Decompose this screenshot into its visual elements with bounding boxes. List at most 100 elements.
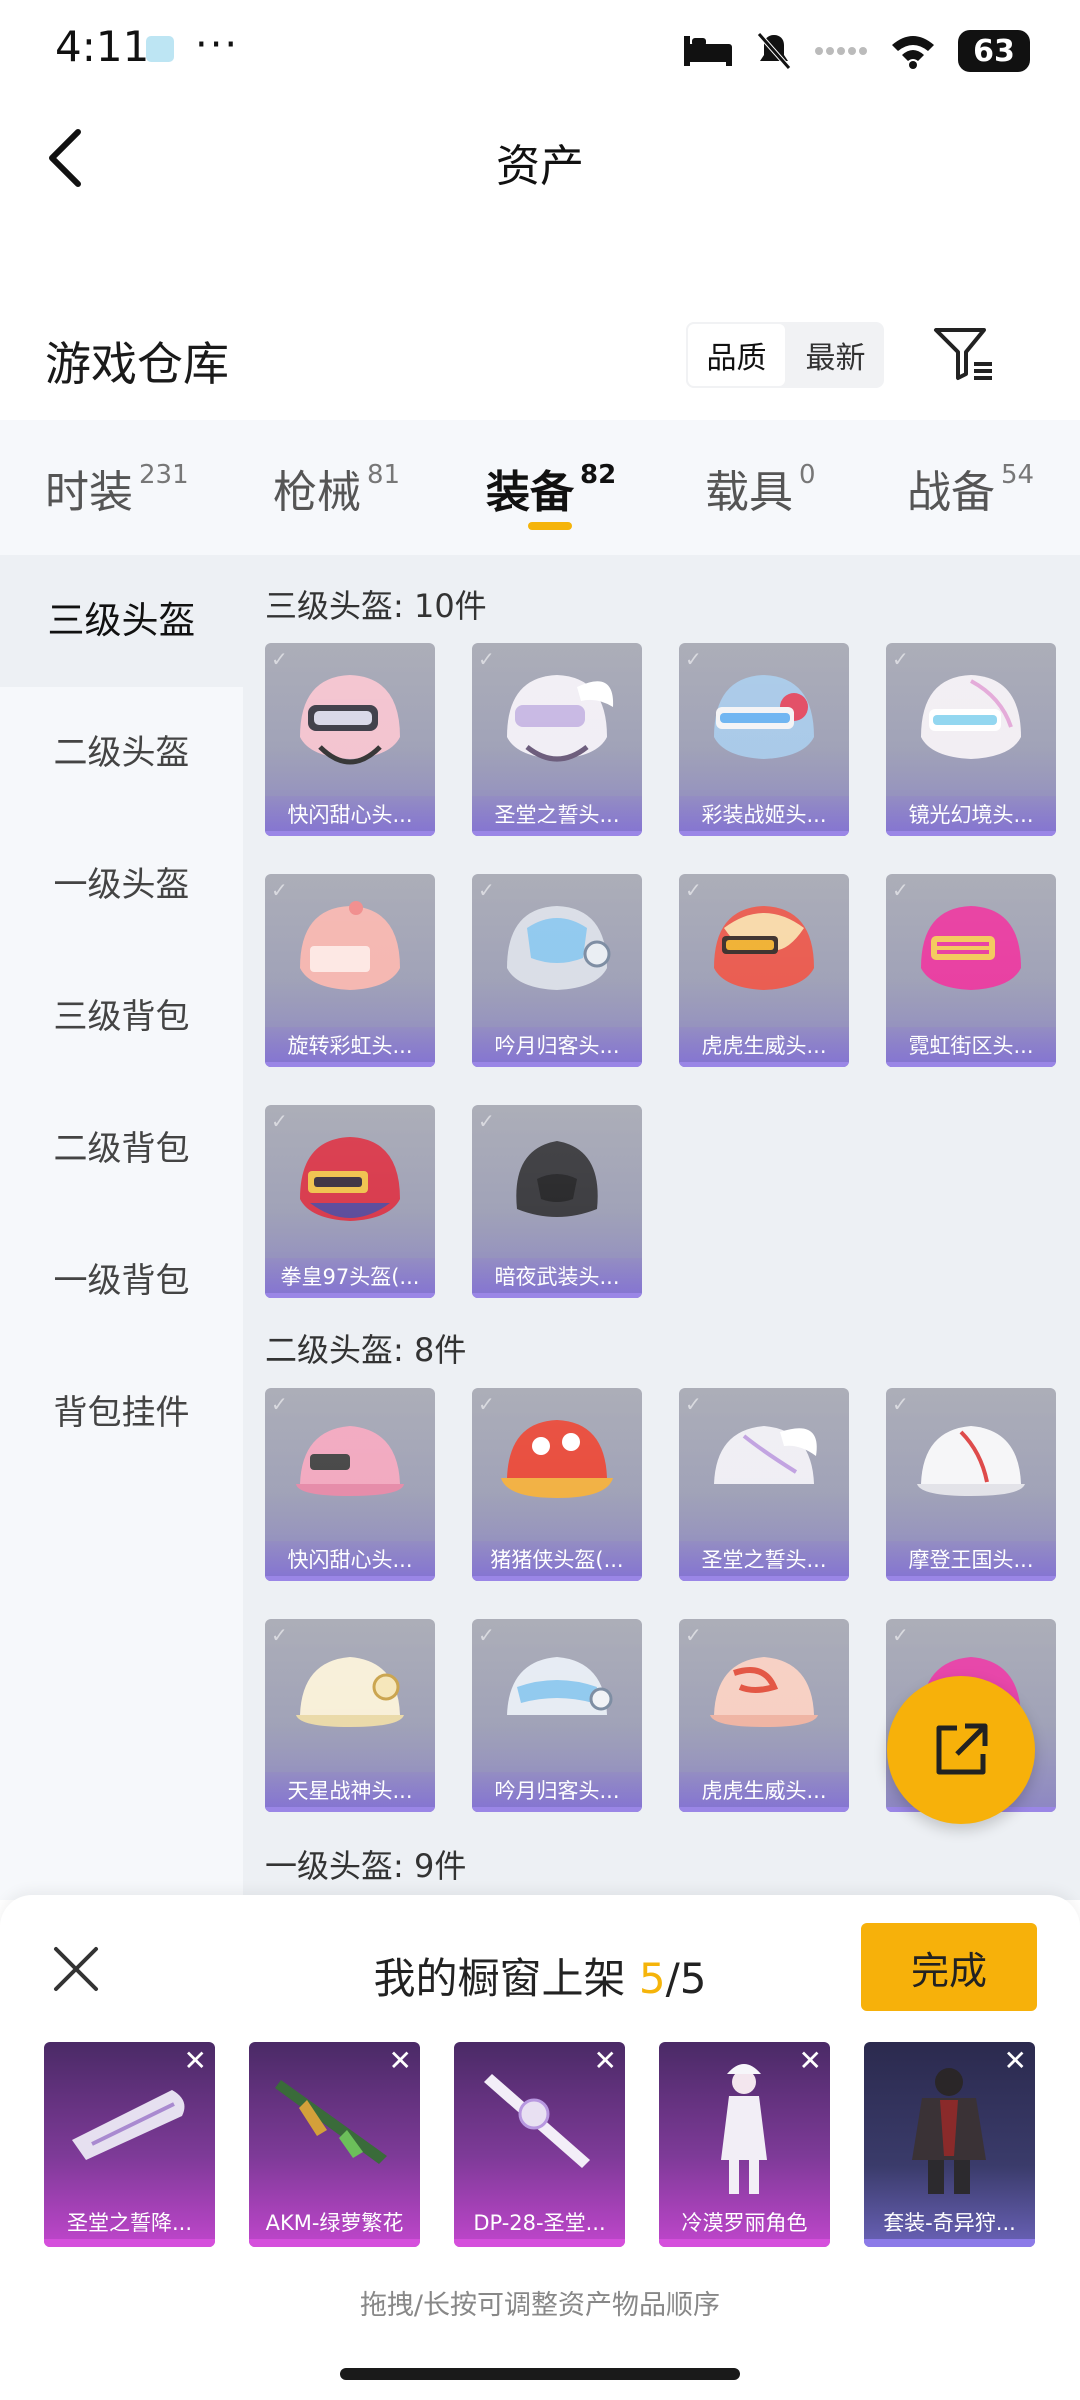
item-name: 吟月归客头... (472, 1027, 642, 1067)
mute-icon (757, 32, 791, 70)
item-card[interactable]: ✓ 虎虎生威头... (679, 874, 849, 1067)
rarity-bar (472, 831, 642, 836)
item-card[interactable]: ✓ 快闪甜心头... (265, 1388, 435, 1581)
sleep-mode-icon (684, 36, 732, 66)
item-name: 摩登王国头... (886, 1541, 1056, 1581)
item-card[interactable]: ✓ 镜光幻境头... (886, 643, 1056, 836)
item-name: 暗夜武装头... (472, 1258, 642, 1298)
tab-count: 81 (367, 460, 401, 490)
item-card[interactable]: ✓ 摩登王国头... (886, 1388, 1056, 1581)
rarity-bar (679, 1576, 849, 1581)
item-name: 霓虹街区头... (886, 1027, 1056, 1067)
item-card[interactable]: ✓ 猪猪侠头盔(... (472, 1388, 642, 1581)
sidebar-item-lv3-backpack[interactable]: 三级背包 (0, 951, 243, 1083)
sort-newest-option[interactable]: 最新 (787, 322, 884, 388)
tab-label: 枪械 (273, 467, 361, 518)
rarity-bar (472, 1807, 642, 1812)
remove-icon[interactable]: ✕ (594, 2046, 617, 2076)
tab-vehicles[interactable]: 载具 0 (705, 456, 816, 520)
item-card[interactable]: ✓ 圣堂之誓头... (472, 643, 642, 836)
item-card[interactable]: ✓ 吟月归客头... (472, 874, 642, 1067)
item-card[interactable]: ✓ 圣堂之誓头... (679, 1388, 849, 1581)
warehouse-title: 游戏仓库 (45, 337, 229, 391)
check-icon: ✓ (478, 1392, 495, 1416)
item-card[interactable]: ✓ 快闪甜心头... (265, 643, 435, 836)
battery-icon: 63 (958, 30, 1030, 72)
showcase-item-name: AKM-绿萝繁花 (265, 2211, 404, 2235)
check-icon: ✓ (271, 878, 288, 902)
sort-quality-option[interactable]: 品质 (686, 322, 787, 388)
remove-icon[interactable]: ✕ (799, 2046, 822, 2076)
item-card[interactable]: ✓ 旋转彩虹头... (265, 874, 435, 1067)
category-tabs: 时装 231 枪械 81 装备 82 载具 0 战备 54 (0, 420, 1080, 555)
check-icon: ✓ (685, 878, 702, 902)
showcase-sheet: 我的橱窗上架 5/5 完成 ✕ 圣堂之誓降... ✕ AKM-绿萝繁花 ✕ DP… (0, 1895, 1080, 2400)
tab-supplies[interactable]: 战备 54 (907, 456, 1034, 520)
check-icon: ✓ (685, 1623, 702, 1647)
rifle-image-icon (275, 2080, 387, 2164)
showcase-item[interactable]: ✕ DP-28-圣堂... (454, 2042, 625, 2247)
item-name: 天星战神头... (265, 1772, 435, 1812)
rarity-bar (472, 1576, 642, 1581)
remove-icon[interactable]: ✕ (389, 2046, 412, 2076)
showcase-item[interactable]: ✕ AKM-绿萝繁花 (249, 2042, 420, 2247)
check-icon: ✓ (892, 647, 909, 671)
sort-toggle: 品质 最新 (686, 322, 884, 388)
tab-label: 时装 (45, 467, 133, 518)
item-card[interactable]: ✓ 虎虎生威头... (679, 1619, 849, 1812)
sidebar-item-lv3-helmet[interactable]: 三级头盔 (0, 555, 243, 687)
home-indicator[interactable] (340, 2368, 740, 2380)
filter-icon[interactable] (930, 320, 996, 386)
check-icon: ✓ (892, 1623, 909, 1647)
showcase-item-name: 套装-奇异狩... (883, 2211, 1016, 2235)
rarity-bar (886, 831, 1056, 836)
sidebar-item-lv2-backpack[interactable]: 二级背包 (0, 1083, 243, 1215)
active-tab-indicator (528, 522, 572, 530)
item-name: 圣堂之誓头... (679, 1541, 849, 1581)
rarity-bar (249, 2239, 420, 2247)
item-name: 吟月归客头... (472, 1772, 642, 1812)
tab-guns[interactable]: 枪械 81 (273, 456, 400, 520)
item-card[interactable]: ✓ 吟月归客头... (472, 1619, 642, 1812)
more-notifications-icon: ··· (195, 22, 240, 68)
item-card[interactable]: ✓ 彩装战姬头... (679, 643, 849, 836)
sidebar-item-lv1-backpack[interactable]: 一级背包 (0, 1215, 243, 1347)
showcase-item-name: DP-28-圣堂... (473, 2211, 606, 2235)
item-name: 虎虎生威头... (679, 1772, 849, 1812)
showcase-item[interactable]: ✕ 套装-奇异狩... (864, 2042, 1035, 2247)
rarity-bar (44, 2239, 215, 2247)
check-icon: ✓ (685, 1392, 702, 1416)
showcase-item[interactable]: ✕ 冷漠罗丽角色 (659, 2042, 830, 2247)
check-icon: ✓ (478, 878, 495, 902)
item-card[interactable]: ✓ 天星战神头... (265, 1619, 435, 1812)
check-icon: ✓ (478, 1109, 495, 1133)
remove-icon[interactable]: ✕ (184, 2046, 207, 2076)
item-card[interactable]: ✓ 拳皇97头盔(... (265, 1105, 435, 1298)
showcase-item[interactable]: ✕ 圣堂之誓降... (44, 2042, 215, 2247)
rarity-bar (265, 1576, 435, 1581)
tab-equipment[interactable]: 装备 82 (486, 456, 616, 520)
check-icon: ✓ (892, 878, 909, 902)
section-title: 三级头盔: 10件 (265, 587, 487, 625)
item-card[interactable]: ✓ 霓虹街区头... (886, 874, 1056, 1067)
item-card[interactable]: ✓ 暗夜武装头... (472, 1105, 642, 1298)
tab-fashion[interactable]: 时装 231 (45, 456, 189, 520)
tab-count: 54 (1001, 460, 1035, 490)
item-name: 拳皇97头盔(... (265, 1258, 435, 1298)
signal-dots-icon (815, 47, 867, 55)
sidebar-item-lv2-helmet[interactable]: 二级头盔 (0, 687, 243, 819)
tab-label: 载具 (705, 467, 793, 518)
tab-count: 0 (799, 460, 816, 490)
done-button[interactable]: 完成 (861, 1923, 1037, 2011)
share-button[interactable] (887, 1676, 1035, 1824)
check-icon: ✓ (271, 1623, 288, 1647)
sidebar-item-lv1-helmet[interactable]: 一级头盔 (0, 819, 243, 951)
rarity-bar (886, 1062, 1056, 1067)
section-title: 一级头盔: 9件 (265, 1847, 467, 1885)
rarity-bar (265, 831, 435, 836)
status-bar: 4:11 ··· 63 (0, 0, 1080, 100)
sidebar-item-backpack-charm[interactable]: 背包挂件 (0, 1347, 243, 1479)
remove-icon[interactable]: ✕ (1004, 2046, 1027, 2076)
section-title: 二级头盔: 8件 (265, 1331, 467, 1369)
check-icon: ✓ (478, 647, 495, 671)
